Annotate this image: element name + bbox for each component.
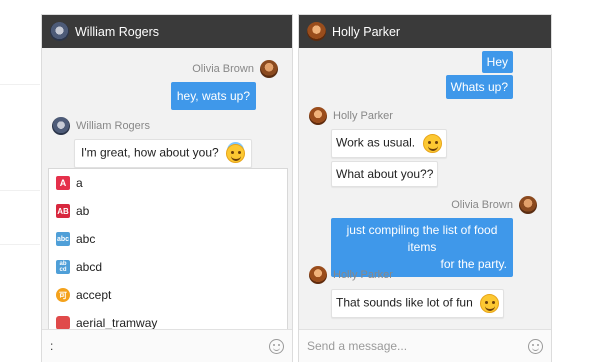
message-text: just compiling the list of food items [346,223,498,254]
autocomplete-item[interactable]: aerial_tramway [49,309,287,330]
message-text: hey, wats up? [176,89,250,103]
ab-button-icon: AB [56,204,70,218]
chat-header-name: William Rogers [75,24,160,39]
aerial-tramway-icon [56,316,70,330]
avatar [309,107,327,125]
autocomplete-label: accept [76,288,112,302]
message-input[interactable] [307,339,528,353]
grinning-emoji-icon [422,134,442,153]
abcd-icon: ab cd [56,260,70,274]
message-bubble: Work as usual. [331,129,447,158]
chat-header[interactable]: Holly Parker [299,15,551,48]
avatar [519,196,537,214]
autocomplete-item[interactable]: abc abc [49,225,287,253]
avatar [52,117,70,135]
message-bubble: That sounds like lot of fun [331,289,505,318]
autocomplete-label: aerial_tramway [76,316,158,330]
autocomplete-label: abc [76,232,96,246]
chat-window-holly: Holly Parker Hey Whats up? Holly Parker … [298,14,552,362]
message-sender: Olivia Brown [451,196,537,214]
sender-name: Olivia Brown [451,199,513,211]
autocomplete-label: abcd [76,260,103,274]
message-text: Hey [486,55,508,69]
message-bubble: Hey [481,51,513,73]
message-input[interactable] [50,339,269,353]
avatar [50,22,69,41]
message-text: I'm great, how about you? [81,145,219,160]
a-button-icon: A [56,176,70,190]
chat-window-william: William Rogers Olivia Brown hey, wats up… [41,14,293,362]
sender-name: Olivia Brown [192,63,254,75]
innocent-emoji-icon [226,144,246,163]
autocomplete-label: ab [76,204,90,218]
chat-header[interactable]: William Rogers [42,15,292,48]
abc-icon: abc [56,232,70,246]
smirk-emoji-icon [480,294,500,313]
emoji-picker-icon[interactable] [269,338,284,354]
message-input-bar [42,329,292,362]
message-list: Hey Whats up? Holly Parker Work as usual… [299,48,551,330]
message-sender: Holly Parker [309,266,393,284]
sender-name: William Rogers [76,120,150,132]
sender-name: Holly Parker [333,110,393,122]
emoji-picker-icon[interactable] [528,338,543,354]
message-text: What about you?? [336,167,434,181]
autocomplete-item[interactable]: AB ab [49,197,287,225]
avatar [260,60,278,78]
message-text: Work as usual. [336,135,416,150]
message-bubble: Whats up? [445,75,513,99]
chat-header-name: Holly Parker [332,24,401,39]
autocomplete-item[interactable]: 可 accept [49,281,287,309]
message-bubble: hey, wats up? [170,82,256,110]
emoji-autocomplete: A a AB ab abc abc ab cd abcd 可 accept aer… [48,168,288,331]
avatar [307,22,326,41]
message-text: Whats up? [450,80,508,94]
message-text: That sounds like lot of fun [336,295,473,310]
message-sender: Holly Parker [309,107,393,125]
sender-name: Holly Parker [333,269,393,281]
avatar [309,266,327,284]
message-input-bar [299,329,551,362]
message-sender: William Rogers [52,117,150,135]
autocomplete-item[interactable]: ab cd abcd [49,253,287,281]
message-sender: Olivia Brown [192,60,278,78]
autocomplete-label: a [76,176,83,190]
message-bubble: What about you?? [331,161,439,187]
message-bubble: I'm great, how about you? [74,139,253,168]
autocomplete-item[interactable]: A a [49,169,287,197]
accept-icon: 可 [56,288,70,302]
